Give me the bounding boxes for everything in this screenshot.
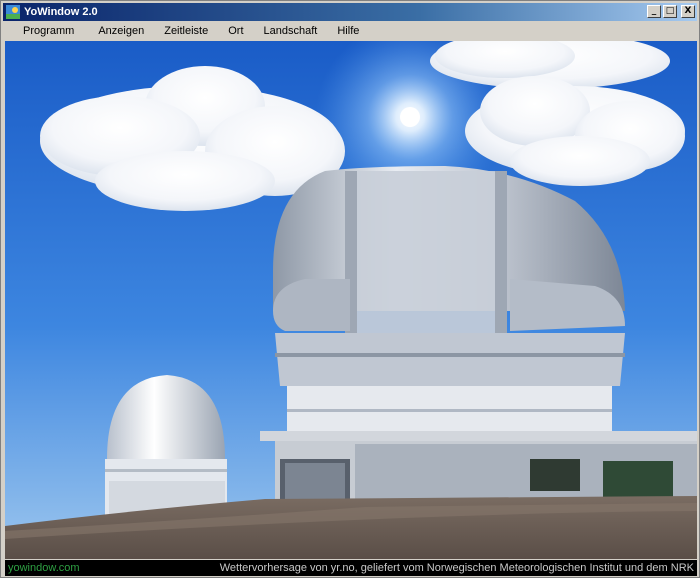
sun-icon xyxy=(400,107,420,127)
forecast-credit[interactable]: Wettervorhersage von yr.no, geliefert vo… xyxy=(220,562,694,574)
weather-scene[interactable] xyxy=(5,41,697,559)
small-observatory xyxy=(105,375,227,521)
close-icon: X xyxy=(684,6,692,16)
app-window: YoWindow 2.0 _ □ X Programm Anzeigen Zei… xyxy=(0,0,700,578)
yowindow-logo-icon xyxy=(6,5,20,19)
landscape-illustration xyxy=(5,41,697,559)
window-title: YoWindow 2.0 xyxy=(24,6,98,18)
close-button[interactable]: X xyxy=(681,5,695,18)
minimize-icon: _ xyxy=(651,6,657,16)
maximize-icon: □ xyxy=(665,6,675,16)
maximize-button[interactable]: □ xyxy=(663,5,677,18)
menu-bar: Programm Anzeigen Zeitleiste Ort Landsch… xyxy=(3,22,697,40)
window-controls: _ □ X xyxy=(647,5,695,18)
title-bar[interactable]: YoWindow 2.0 _ □ X xyxy=(3,3,697,21)
menu-landschaft[interactable]: Landschaft xyxy=(254,25,328,37)
brand-link[interactable]: yowindow.com xyxy=(8,562,80,574)
status-bar: yowindow.com Wettervorhersage von yr.no,… xyxy=(5,560,697,576)
minimize-button[interactable]: _ xyxy=(647,5,661,18)
menu-zeitleiste[interactable]: Zeitleiste xyxy=(154,25,218,37)
menu-ort[interactable]: Ort xyxy=(218,25,253,37)
menu-programm[interactable]: Programm xyxy=(3,25,88,37)
menu-anzeigen[interactable]: Anzeigen xyxy=(88,25,154,37)
menu-hilfe[interactable]: Hilfe xyxy=(327,25,369,37)
